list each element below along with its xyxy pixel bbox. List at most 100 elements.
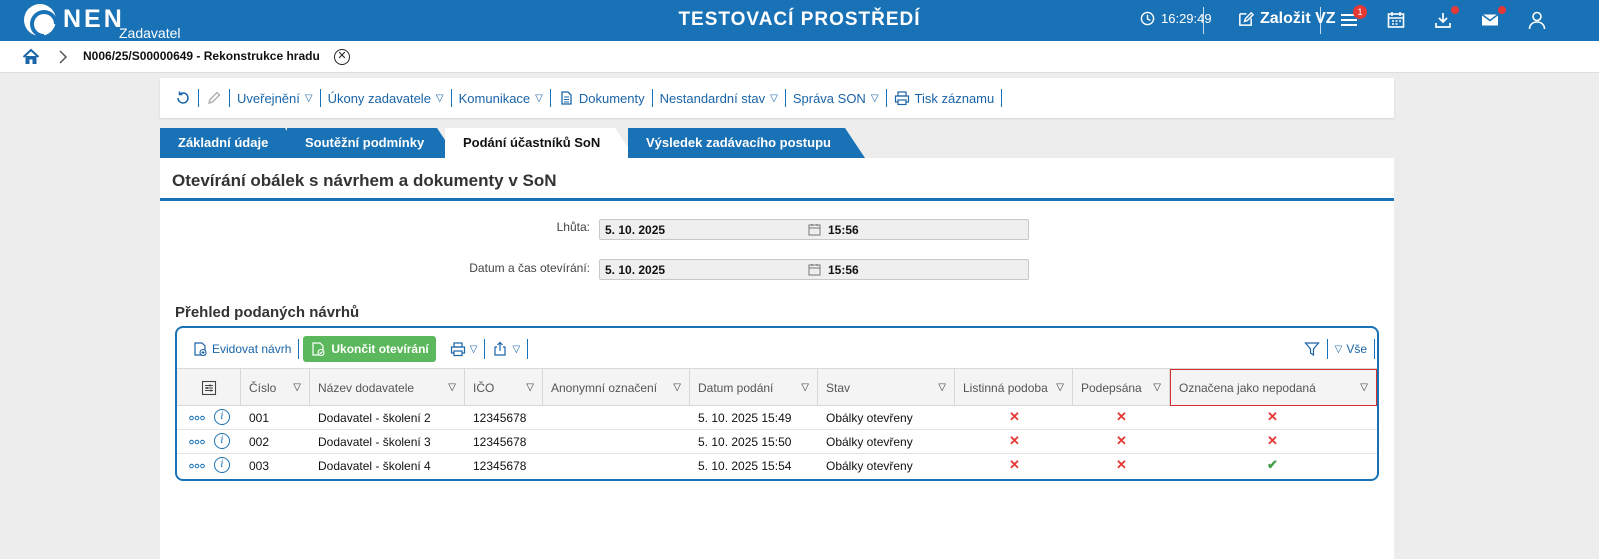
more-options-icon[interactable] <box>189 439 205 445</box>
calendar-icon <box>1387 12 1405 28</box>
column-label: Datum podání <box>698 380 774 395</box>
more-options-icon[interactable] <box>189 463 205 469</box>
menu-button[interactable]: 1 <box>1339 5 1367 30</box>
toolbar-uverejneni[interactable]: Uveřejnění ▽ <box>230 89 321 107</box>
cell-datum: 5. 10. 2025 15:49 <box>698 411 792 425</box>
tab-content: Otevírání obálek s návrhem a dokumenty v… <box>160 158 1394 559</box>
user-button[interactable] <box>1527 10 1547 30</box>
column-filter-icon[interactable]: ▽ <box>1153 382 1161 393</box>
close-icon[interactable]: ✕ <box>334 49 350 65</box>
session-clock: 16:29:49 <box>1140 11 1212 26</box>
column-stav[interactable]: Stav ▽ <box>818 369 955 406</box>
info-icon[interactable]: i <box>214 457 230 473</box>
divider <box>1203 7 1204 34</box>
toolbar-label: Nestandardní stav <box>659 90 766 106</box>
finish-opening-button[interactable]: Ukončit otevírání <box>303 336 436 362</box>
table-row[interactable]: i 001 Dodavatel - školení 2 12345678 5. … <box>177 406 1377 430</box>
home-icon[interactable] <box>22 48 40 66</box>
column-filter-icon[interactable]: ▽ <box>526 382 534 393</box>
column-label: IČO <box>473 380 495 395</box>
calendar-icon[interactable] <box>808 263 821 276</box>
clock-time: 16:29:49 <box>1161 11 1212 26</box>
column-ico[interactable]: IČO ▽ <box>465 369 543 406</box>
logo-text: NEN <box>63 5 125 33</box>
dropdown-icon: ▽ <box>770 92 778 104</box>
print-icon <box>894 91 909 106</box>
dropdown-icon: ▽ <box>469 343 478 355</box>
cross-icon: ✕ <box>1267 409 1278 424</box>
user-icon <box>1528 11 1546 30</box>
info-icon[interactable]: i <box>214 409 230 425</box>
table-row[interactable]: i 002 Dodavatel - školení 3 12345678 5. … <box>177 430 1377 454</box>
export-icon <box>494 341 507 356</box>
opening-field[interactable]: 5. 10. 2025 15:56 <box>599 259 1029 280</box>
column-cislo[interactable]: Číslo ▽ <box>241 369 310 406</box>
register-proposal-label: Evidovat návrh <box>212 342 292 356</box>
cross-icon: ✕ <box>1009 409 1020 424</box>
tab-strip: Základní údaje Soutěžní podmínky Podání … <box>160 128 1394 158</box>
column-filter-icon[interactable]: ▽ <box>448 382 456 393</box>
print-dropdown-button[interactable]: ▽ <box>443 339 486 359</box>
calendar-icon[interactable] <box>808 223 821 236</box>
register-proposal-button[interactable]: Evidovat návrh <box>185 339 300 359</box>
column-listinna-podoba[interactable]: Listinná podoba ▽ <box>955 369 1073 406</box>
download-button[interactable] <box>1433 6 1459 30</box>
column-anonymni-oznaceni[interactable]: Anonymní označení ▽ <box>543 369 690 406</box>
deadline-field[interactable]: 5. 10. 2025 15:56 <box>599 219 1029 240</box>
info-icon[interactable]: i <box>214 433 230 449</box>
tab-vysledek[interactable]: Výsledek zadávacího postupu <box>628 128 865 158</box>
filter-all-dropdown[interactable]: ▽ Vše <box>1328 339 1375 359</box>
cell-cislo: 001 <box>249 411 270 425</box>
refresh-button[interactable] <box>168 89 199 107</box>
toolbar-tisk[interactable]: Tisk záznamu <box>887 89 1003 107</box>
settings-sliders-icon <box>201 380 216 395</box>
tab-podani-ucastniku[interactable]: Podání účastníků SoN <box>445 128 635 158</box>
grid-title: Přehled podaných návrhů <box>175 304 360 321</box>
column-filter-icon[interactable]: ▽ <box>293 382 301 393</box>
download-dot <box>1451 6 1459 14</box>
dropdown-icon: ▽ <box>535 92 543 104</box>
toolbar-dokumenty[interactable]: Dokumenty <box>551 89 653 107</box>
cross-icon: ✕ <box>1267 433 1278 448</box>
toolbar-sprava-son[interactable]: Správa SON ▽ <box>786 89 887 107</box>
finish-icon <box>312 342 325 357</box>
column-filter-icon[interactable]: ▽ <box>1056 382 1064 393</box>
cell-ico: 12345678 <box>473 411 527 425</box>
export-dropdown-button[interactable]: ▽ <box>485 339 529 359</box>
cell-ico: 12345678 <box>473 459 527 473</box>
column-label: Číslo <box>249 380 277 395</box>
pencil-icon <box>208 91 221 104</box>
column-filter-icon[interactable]: ▽ <box>938 382 946 393</box>
column-settings-button[interactable] <box>177 369 241 406</box>
tab-soutezni-podminky[interactable]: Soutěžní podmínky <box>287 128 457 158</box>
print-icon <box>450 342 465 357</box>
column-filter-icon[interactable]: ▽ <box>1360 382 1368 393</box>
cell-ico: 12345678 <box>473 435 527 449</box>
cross-icon: ✕ <box>1116 433 1127 448</box>
column-filter-icon[interactable]: ▽ <box>673 382 681 393</box>
column-podepsana[interactable]: Podepsána ▽ <box>1073 369 1170 406</box>
table-row[interactable]: i 003 Dodavatel - školení 4 12345678 5. … <box>177 454 1377 478</box>
edit-button[interactable] <box>199 89 230 107</box>
notification-badge: 1 <box>1353 5 1367 19</box>
column-nazev-dodavatele[interactable]: Název dodavatele ▽ <box>310 369 465 406</box>
toolbar-nestandardni-stav[interactable]: Nestandardní stav ▽ <box>653 89 786 107</box>
action-toolbar: Uveřejnění ▽ Úkony zadavatele ▽ Komunikace… <box>160 78 1394 118</box>
filter-button[interactable] <box>1297 339 1328 359</box>
toolbar-komunikace[interactable]: Komunikace ▽ <box>452 89 551 107</box>
grid-toolbar: Evidovat návrh Ukončit otevírání ▽ ▽ <box>185 335 529 363</box>
column-oznacena-jako-nepodana[interactable]: Označena jako nepodaná ▽ <box>1170 369 1377 406</box>
mail-button[interactable] <box>1480 6 1506 30</box>
more-options-icon[interactable] <box>189 415 205 421</box>
toolbar-ukony[interactable]: Úkony zadavatele ▽ <box>321 89 452 107</box>
tab-zakladni-udaje[interactable]: Základní údaje <box>160 128 305 158</box>
column-label: Anonymní označení <box>551 380 658 395</box>
breadcrumb-current[interactable]: N006/25/S00000649 - Rekonstrukce hradu <box>83 49 320 63</box>
edit-icon <box>1239 11 1254 26</box>
cell-datum: 5. 10. 2025 15:50 <box>698 435 792 449</box>
dropdown-icon: ▽ <box>870 92 879 104</box>
column-filter-icon[interactable]: ▽ <box>801 382 809 393</box>
calendar-button[interactable] <box>1386 10 1406 30</box>
column-label: Označena jako nepodaná <box>1179 380 1316 395</box>
column-datum-podani[interactable]: Datum podání ▽ <box>690 369 818 406</box>
